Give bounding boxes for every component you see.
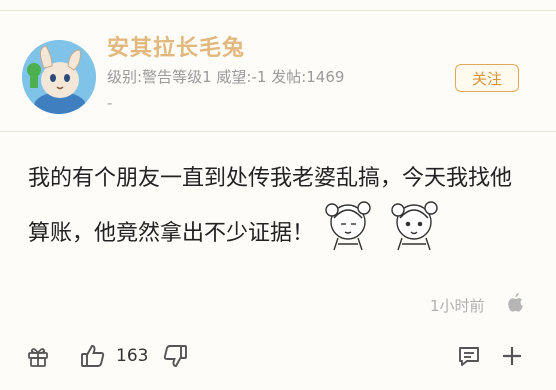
post-toolbar: 163 <box>0 336 556 376</box>
post-line-1: 我的有个朋友一直到处传我老婆乱搞，今天我找他 <box>28 166 513 191</box>
posts-label: 发帖: <box>271 68 307 86</box>
meta-extra: - <box>107 94 113 112</box>
avatar[interactable] <box>22 40 96 114</box>
more-button[interactable] <box>501 336 523 376</box>
follow-button[interactable]: 关注 <box>455 64 519 92</box>
post-time: 1小时前 <box>430 297 485 315</box>
gift-icon <box>28 348 48 367</box>
post-line-2: 算账，他竟然拿出不少证据！ <box>28 221 315 246</box>
thumbs-up-icon <box>81 345 105 367</box>
post-body: 我的有个朋友一直到处传我老婆乱搞，今天我找他 算账，他竟然拿出不少证据！ <box>28 151 538 261</box>
prestige-label: 威望: <box>216 68 252 86</box>
plus-icon <box>503 347 521 365</box>
sticker-images <box>318 194 450 252</box>
level-value: 警告等级1 <box>142 68 212 86</box>
thumbs-down-icon <box>163 345 187 367</box>
comment-icon <box>459 347 479 366</box>
sticker-girl-2 <box>391 201 438 251</box>
apple-icon <box>507 293 524 313</box>
gift-button[interactable] <box>27 336 49 376</box>
header-divider <box>0 131 556 132</box>
sticker-girl-1 <box>325 201 371 251</box>
posts-value: 1469 <box>306 68 345 86</box>
dislike-button[interactable] <box>162 336 188 376</box>
user-meta: 级别:警告等级1 威望:-1 发帖:1469 <box>107 66 344 87</box>
prestige-value: -1 <box>251 68 267 86</box>
username[interactable]: 安其拉长毛兔 <box>107 30 245 62</box>
level-label: 级别: <box>107 68 143 86</box>
like-button[interactable] <box>80 336 106 376</box>
like-count: 163 <box>116 346 149 366</box>
comment-button[interactable] <box>457 336 481 376</box>
